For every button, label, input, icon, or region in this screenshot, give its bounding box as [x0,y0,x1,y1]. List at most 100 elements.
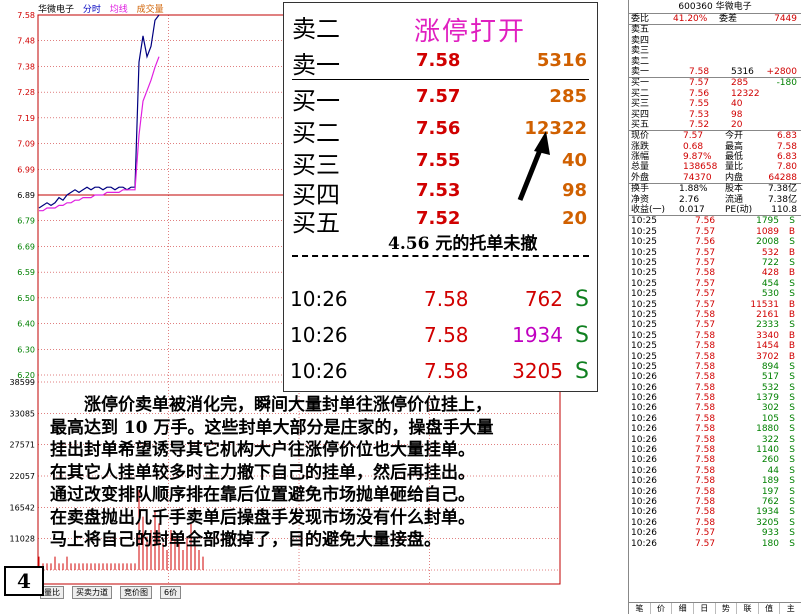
sell-level-row: 卖一 7.58 5316 +2800 [629,67,801,77]
level-price: 7.52 [689,119,710,130]
tick-price: 7.56 [695,216,716,227]
stat-label: 量比 [725,162,744,173]
quote-tab[interactable]: 笔 [629,603,651,614]
tick-volume: 11531 [750,299,779,310]
tick-row: 10:26 7.58 197 S [629,487,801,497]
tick-volume: 1379 [756,393,779,404]
level-label: 买三 [631,99,650,110]
y-tick-label: 7.19 [17,114,35,123]
tab-volume[interactable]: 成交量 [137,5,164,15]
tick-time: 10:26 [631,465,657,476]
tab-price[interactable]: 6价 [160,585,182,599]
stat-value: 2.76 [679,194,700,205]
trade-volume: 762 [524,287,563,311]
tick-flag: B [788,247,795,258]
quote-tab[interactable]: 值 [759,603,781,614]
stat-value: 9.87% [683,152,712,163]
tick-time: 10:25 [631,278,657,289]
y-tick-label: 7.09 [17,140,35,149]
y-tick-label: 7.48 [17,37,35,46]
tick-time: 10:26 [631,528,657,539]
tab-junxian[interactable]: 均线 [110,5,128,15]
tick-flag: S [789,538,795,549]
tick-price: 7.58 [695,268,716,279]
tick-time: 10:26 [631,434,657,445]
trade-volume: 3205 [512,359,563,383]
tick-time: 10:25 [631,257,657,268]
tick-price: 7.58 [695,413,716,424]
tick-volume: 454 [761,278,779,289]
quote-tab[interactable]: 势 [716,603,738,614]
tick-flag: B [788,351,795,362]
level-volume: 98 [731,109,743,120]
tick-flag: S [789,289,795,300]
tick-row: 10:26 7.57 933 S [629,528,801,538]
tab-jingjia[interactable]: 竞价图 [120,585,152,599]
stat-label: 最低 [725,152,744,163]
stat-row: 净资 2.76 流通 7.38亿 [629,195,801,205]
tab-maimai-lidao[interactable]: 买卖力道 [72,585,112,599]
quote-panel: 600360 华微电子 委比 41.20% 委差 7449 卖五 卖四 卖三 卖二 卖一… [628,0,801,614]
volume-tick-label: 27571 [10,441,35,450]
tick-price: 7.57 [695,289,716,300]
tick-flag: S [789,528,795,539]
tick-time: 10:25 [631,268,657,279]
tick-flag: S [789,372,795,383]
tick-flag: S [789,393,795,404]
weicha-label: 委差 [719,14,738,24]
tick-time: 10:26 [631,486,657,497]
tick-price: 7.58 [695,393,716,404]
stat-value: 7.57 [683,131,704,142]
tick-row: 10:26 7.58 532 S [629,383,801,393]
stat-label: 收益(一) [631,205,666,216]
tick-volume: 532 [761,382,779,393]
chart-header: 华微电子 分时 均线 成交量 [38,2,170,15]
tick-time: 10:25 [631,309,657,320]
tick-volume: 1880 [756,424,779,435]
tick-price: 7.58 [695,330,716,341]
quote-tab[interactable]: 细 [672,603,694,614]
tick-volume: 1089 [756,226,779,237]
stat-label: 净资 [631,194,650,205]
quote-tab[interactable]: 日 [694,603,716,614]
quote-tab[interactable]: 价 [651,603,673,614]
tick-price: 7.58 [695,351,716,362]
y-tick-label: 7.58 [17,11,35,20]
tick-price: 7.56 [695,237,716,248]
tick-volume: 933 [761,528,779,539]
tick-price: 7.58 [695,465,716,476]
level-label: 买二 [631,88,650,99]
tick-list[interactable]: 10:25 7.56 1795 S 10:25 7.57 1089 B 10:25 7.56 200… [629,216,801,549]
tick-flag: S [789,486,795,497]
tick-time: 10:26 [631,455,657,466]
level-label: 卖二 [631,56,650,67]
tick-row: 10:26 7.58 322 S [629,435,801,445]
tick-time: 10:26 [631,445,657,456]
tick-row: 10:25 7.56 1795 S [629,216,801,226]
tick-row: 10:25 7.57 530 S [629,289,801,299]
tick-time: 10:25 [631,237,657,248]
quote-tab[interactable]: 联 [737,603,759,614]
indicator-tab-bar: 量比 买卖力道 竞价图 6价 [40,585,620,599]
trade-time: 10:26 [290,359,348,383]
stat-value: 7.38亿 [767,194,797,205]
tick-time: 10:26 [631,476,657,487]
tick-price: 7.58 [695,445,716,456]
tab-fenshi[interactable]: 分时 [83,5,101,15]
tick-flag: S [789,445,795,456]
sell-levels: 卖五 卖四 卖三 卖二 卖一 7.58 5316 +2800 [629,25,801,77]
tick-volume: 532 [761,247,779,258]
tick-row: 10:25 7.58 3340 B [629,331,801,341]
trade-flag: S [575,323,589,348]
tick-row: 10:26 7.58 105 S [629,414,801,424]
tick-price: 7.57 [695,247,716,258]
tick-flag: S [789,257,795,268]
quote-tab[interactable]: 主 [780,603,801,614]
level-label: 买五 [631,119,650,130]
tick-row: 10:25 7.57 532 B [629,248,801,258]
level-price: 7.56 [689,88,710,99]
stat-row: 涨幅 9.87% 最低 6.83 [629,152,801,162]
tick-row: 10:25 7.58 894 S [629,362,801,372]
tick-row: 10:26 7.58 1934 S [629,507,801,517]
tick-row: 10:26 7.58 762 S [629,497,801,507]
